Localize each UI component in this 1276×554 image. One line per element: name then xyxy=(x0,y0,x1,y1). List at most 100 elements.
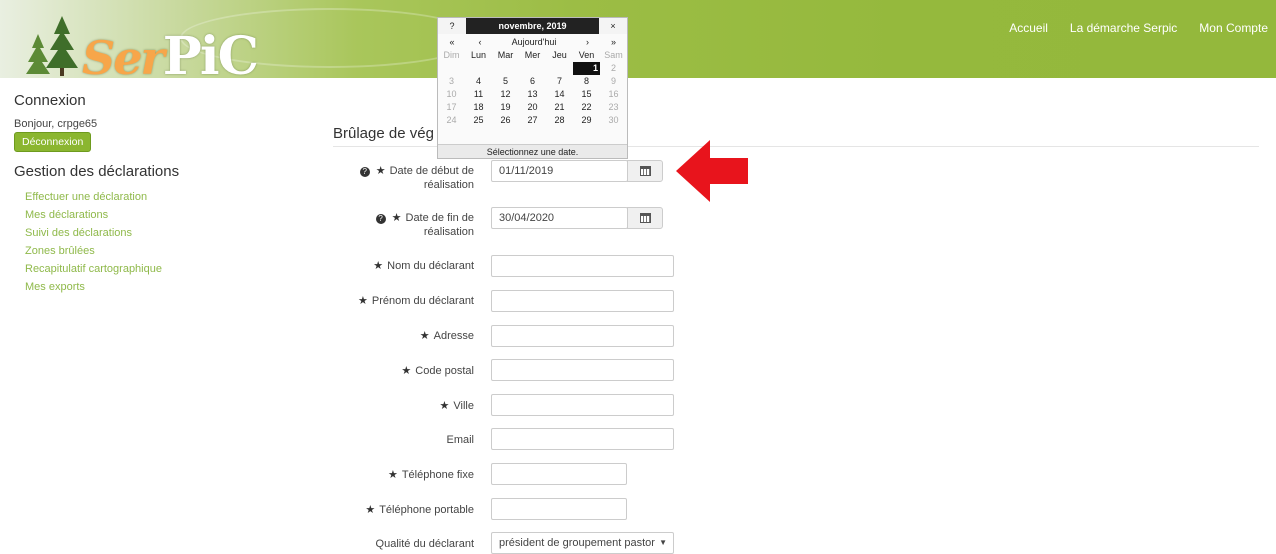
date-fin-input[interactable]: 30/04/2020 xyxy=(491,207,628,229)
calendar-day[interactable]: 7 xyxy=(546,75,573,88)
weekday-header: Ven xyxy=(578,50,595,60)
calendar-day[interactable]: 3 xyxy=(438,75,465,88)
calendar-day[interactable]: 24 xyxy=(438,114,465,127)
calendar-icon xyxy=(640,166,651,176)
nom-label: ★ Nom du déclarant xyxy=(373,260,474,272)
sidebar-item-suivi[interactable]: Suivi des déclarations xyxy=(25,224,274,242)
nav-mon-compte[interactable]: Mon Compte xyxy=(1199,21,1268,35)
serpic-logo[interactable]: SerPiC xyxy=(20,12,260,87)
sidebar-item-effectuer[interactable]: Effectuer une déclaration xyxy=(25,188,274,206)
required-star-icon: ★ xyxy=(387,469,398,481)
required-star-icon: ★ xyxy=(419,330,430,342)
connexion-title: Connexion xyxy=(14,92,86,109)
calendar-day[interactable]: 9 xyxy=(600,75,627,88)
calendar-day[interactable]: 23 xyxy=(600,101,627,114)
weekday-header: Dim xyxy=(443,50,460,60)
calendar-day[interactable]: 5 xyxy=(492,75,519,88)
calendar-day[interactable]: 22 xyxy=(573,101,600,114)
calendar-day[interactable]: 8 xyxy=(573,75,600,88)
help-icon[interactable]: ? xyxy=(359,167,370,177)
logout-button[interactable]: Déconnexion xyxy=(14,132,92,152)
weekday-header: Mer xyxy=(524,50,541,60)
weekday-header: Lun xyxy=(470,50,487,60)
sidebar-menu: Effectuer une déclaration Mes déclaratio… xyxy=(14,188,274,296)
calendar-day[interactable]: 27 xyxy=(519,114,546,127)
adresse-input[interactable] xyxy=(491,325,674,347)
calendar-day[interactable]: 13 xyxy=(519,88,546,101)
calendar-close-button[interactable]: × xyxy=(599,18,627,34)
calendar-day[interactable]: 10 xyxy=(438,88,465,101)
code-postal-input[interactable] xyxy=(491,359,674,381)
calendar-day[interactable]: 19 xyxy=(492,101,519,114)
calendar-day[interactable]: 17 xyxy=(438,101,465,114)
calendar-day[interactable]: 1 xyxy=(573,62,600,75)
help-icon[interactable]: ? xyxy=(375,214,386,224)
prev-year-button[interactable]: « xyxy=(438,35,466,49)
tel-portable-label: ★ Téléphone portable xyxy=(365,504,474,516)
prenom-input[interactable] xyxy=(491,290,674,312)
nav-accueil[interactable]: Accueil xyxy=(1009,21,1048,35)
required-star-icon: ★ xyxy=(365,504,376,516)
tel-fixe-input[interactable] xyxy=(491,463,627,485)
next-year-button[interactable]: » xyxy=(600,35,627,49)
code-postal-label: ★ Code postal xyxy=(401,365,474,377)
calendar-day[interactable]: 21 xyxy=(546,101,573,114)
calendar-week-row: 17 18 19 20 21 22 23 xyxy=(438,101,627,114)
next-month-button[interactable]: › xyxy=(574,35,601,49)
red-arrow-icon xyxy=(676,140,748,202)
calendar-grid: Dim Lun Mar Mer Jeu Ven Sam 1 2 3 4 5 6 7 8 9 10 11 12 13 14… xyxy=(438,49,627,127)
calendar-day[interactable]: 6 xyxy=(519,75,546,88)
logo-prefix: Ser xyxy=(82,31,165,85)
calendar-empty-cell xyxy=(438,62,465,75)
calendar-day[interactable]: 2 xyxy=(600,62,627,75)
calendar-week-row: 24 25 26 27 28 29 30 xyxy=(438,114,627,127)
calendar-nav-row: « ‹ Aujourd'hui › » xyxy=(438,35,627,49)
required-star-icon: ★ xyxy=(375,165,386,177)
calendar-day[interactable]: 20 xyxy=(519,101,546,114)
prenom-label: ★ Prénom du déclarant xyxy=(358,295,474,307)
required-star-icon: ★ xyxy=(373,260,384,272)
calendar-week-row: 10 11 12 13 14 15 16 xyxy=(438,88,627,101)
date-debut-calendar-button[interactable] xyxy=(627,160,663,182)
date-debut-label: ? ★ Date de début de réalisation xyxy=(324,164,474,192)
calendar-day[interactable]: 4 xyxy=(465,75,492,88)
calendar-week-row: 3456789 xyxy=(438,75,627,88)
calendar-day[interactable]: 26 xyxy=(492,114,519,127)
calendar-empty-cell xyxy=(546,62,573,75)
sidebar-item-zones[interactable]: Zones brûlées xyxy=(25,242,274,260)
calendar-help-button[interactable]: ? xyxy=(438,18,466,34)
calendar-day[interactable]: 28 xyxy=(546,114,573,127)
calendar-day[interactable]: 25 xyxy=(465,114,492,127)
nav-demarche[interactable]: La démarche Serpic xyxy=(1070,21,1177,35)
calendar-day[interactable]: 29 xyxy=(573,114,600,127)
calendar-day[interactable]: 16 xyxy=(600,88,627,101)
nom-input[interactable] xyxy=(491,255,674,277)
required-star-icon: ★ xyxy=(391,212,402,224)
logo-suffix: PiC xyxy=(162,26,259,87)
adresse-label: ★ Adresse xyxy=(419,330,474,342)
email-input[interactable] xyxy=(491,428,674,450)
calendar-day[interactable]: 30 xyxy=(600,114,627,127)
tel-portable-input[interactable] xyxy=(491,498,627,520)
today-button[interactable]: Aujourd'hui xyxy=(494,35,574,49)
calendar-day[interactable]: 18 xyxy=(465,101,492,114)
calendar-day[interactable]: 14 xyxy=(546,88,573,101)
greeting-text: Bonjour, crpge65 xyxy=(14,118,98,130)
ville-input[interactable] xyxy=(491,394,674,416)
sidebar-item-mes-declarations[interactable]: Mes déclarations xyxy=(25,206,274,224)
gestion-title: Gestion des déclarations xyxy=(14,163,180,180)
calendar-day[interactable]: 11 xyxy=(465,88,492,101)
date-debut-input[interactable]: 01/11/2019 xyxy=(491,160,628,182)
sidebar-item-recapitulatif[interactable]: Recapitulatif cartographique xyxy=(25,260,274,278)
calendar-day[interactable]: 12 xyxy=(492,88,519,101)
date-fin-calendar-button[interactable] xyxy=(627,207,663,229)
prev-month-button[interactable]: ‹ xyxy=(466,35,494,49)
calendar-empty-cell xyxy=(492,62,519,75)
calendar-day[interactable]: 15 xyxy=(573,88,600,101)
calendar-popup: ? novembre, 2019 × « ‹ Aujourd'hui › » D… xyxy=(437,17,628,159)
sidebar-item-exports[interactable]: Mes exports xyxy=(25,278,274,296)
calendar-footer: Sélectionnez une date. xyxy=(438,144,627,158)
ville-label: ★ Ville xyxy=(439,400,474,412)
qualite-select[interactable]: président de groupement pastor ▼ xyxy=(491,532,674,554)
required-star-icon: ★ xyxy=(401,365,412,377)
